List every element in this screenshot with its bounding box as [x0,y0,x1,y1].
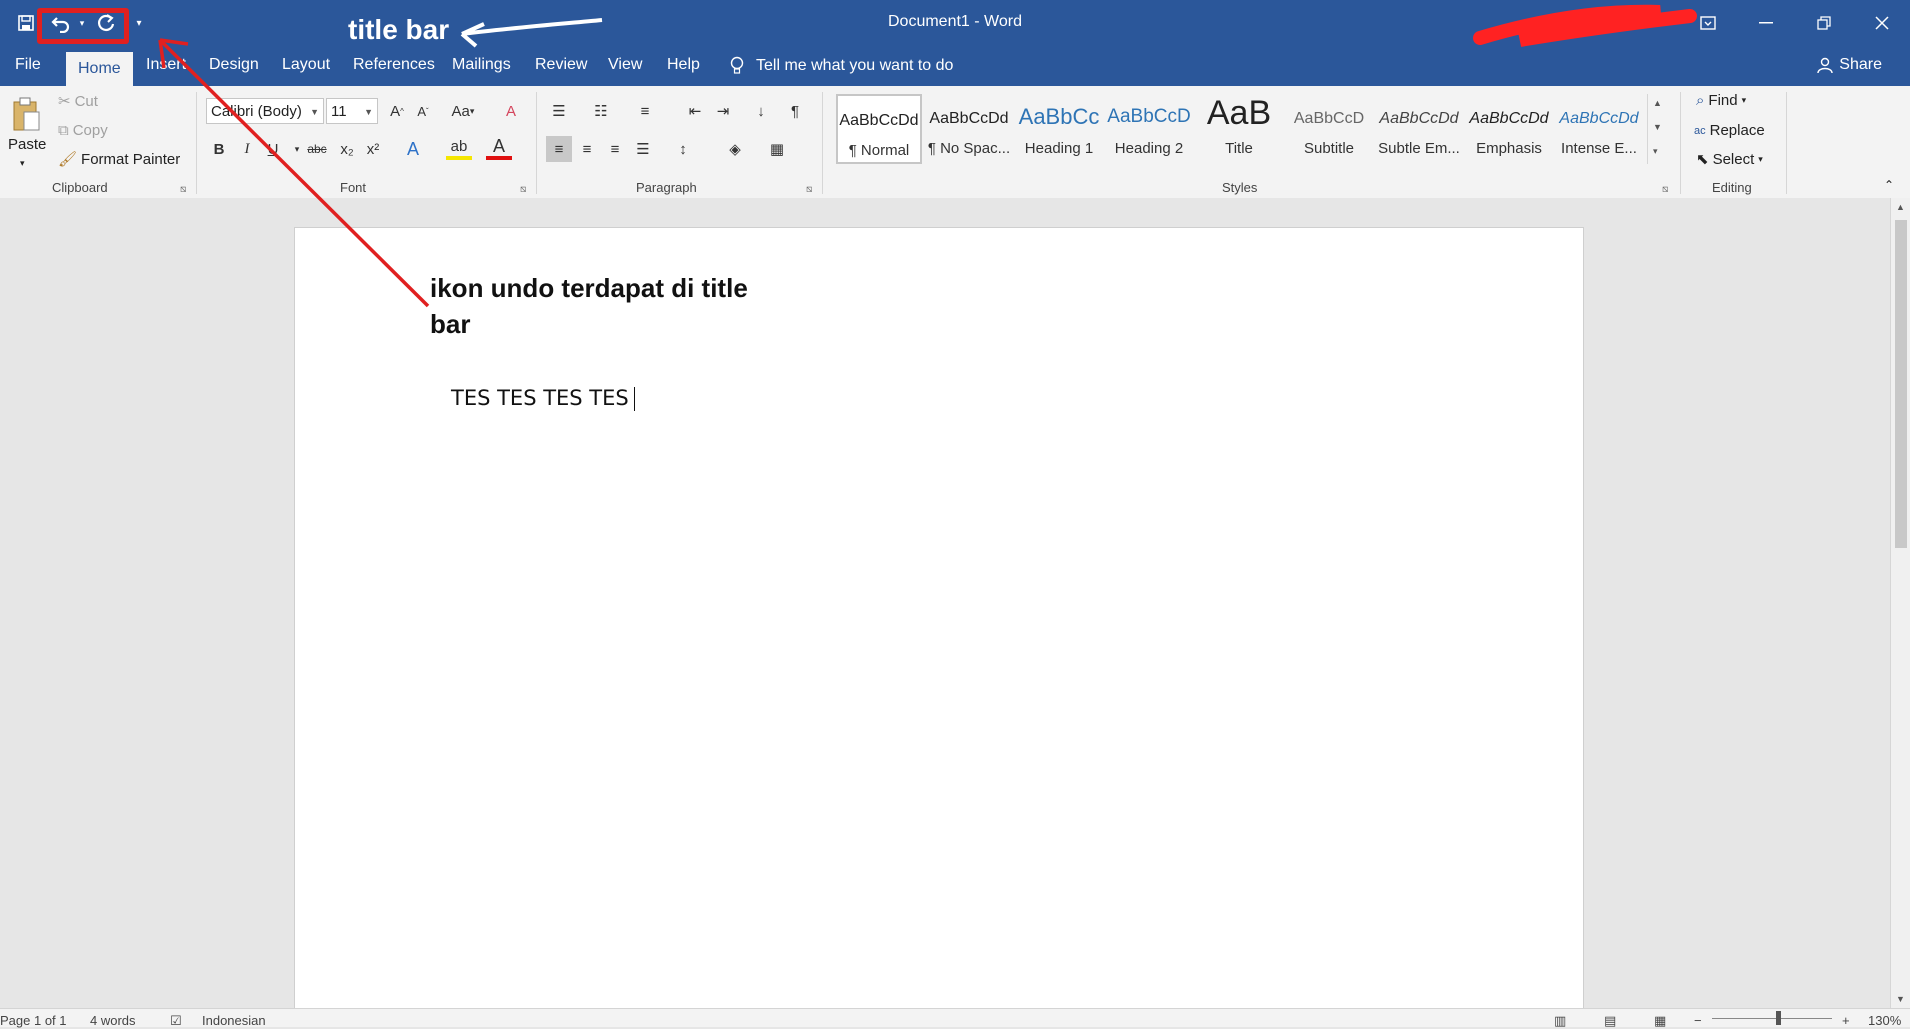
web-layout-icon[interactable]: ▦ [1654,1013,1666,1029]
status-bar: Page 1 of 1 4 words ☑ Indonesian ▥ ▤ ▦ −… [0,1008,1910,1029]
annotation-arrows [158,18,603,308]
proofing-icon[interactable]: ☑ [170,1013,182,1029]
zoom-slider-track[interactable] [1712,1018,1832,1019]
print-layout-icon[interactable]: ▤ [1604,1013,1616,1029]
zoom-slider-thumb[interactable] [1776,1011,1781,1025]
read-mode-icon[interactable]: ▥ [1554,1013,1566,1029]
